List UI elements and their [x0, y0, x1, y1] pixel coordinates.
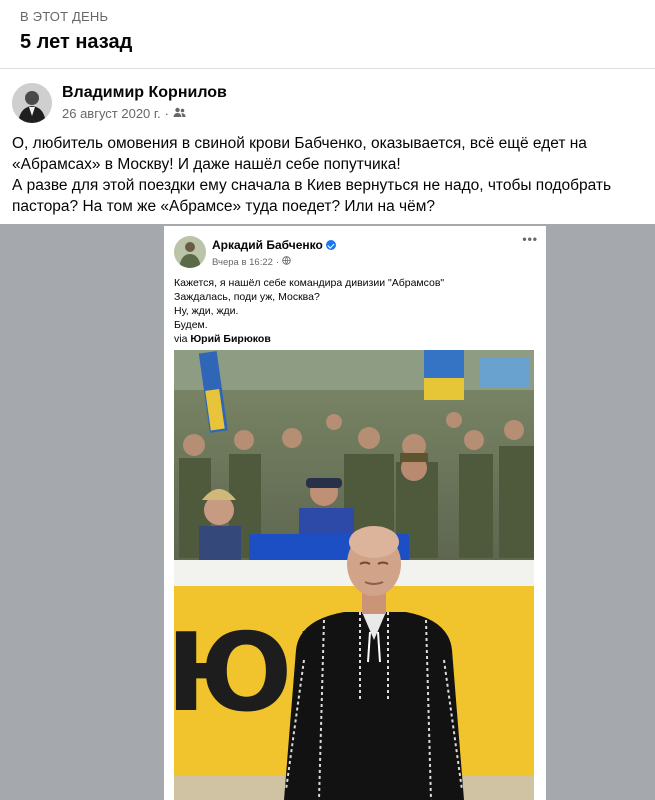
- shared-line: Заждалась, поди уж, Москва?: [174, 291, 320, 303]
- shared-author-name: Аркадий Бабченко: [212, 238, 323, 252]
- post-meta: 26 август 2020 г. ·: [62, 106, 186, 121]
- post-paragraph: О, любитель омовения в свиной крови Бабч…: [12, 135, 587, 173]
- verified-badge-icon: [325, 240, 336, 250]
- via-prefix: via: [174, 333, 191, 345]
- shared-photo: ЮЕ: [174, 350, 534, 800]
- via-name: Юрий Бирюков: [190, 333, 271, 345]
- shared-line: Будем.: [174, 319, 208, 331]
- shared-post-screenshot[interactable]: Аркадий Бабченко Вчера в 16:22 · ••• Каж…: [164, 226, 546, 800]
- memories-header: В ЭТОТ ДЕНЬ 5 лет назад: [0, 0, 655, 69]
- meta-separator: ·: [164, 106, 170, 121]
- shared-line: Ну, жди, жди.: [174, 305, 239, 317]
- shared-time: Вчера в 16:22: [212, 256, 273, 268]
- shared-text: Кажется, я нашёл себе командира дивизии …: [174, 276, 534, 346]
- post-paragraph: А разве для этой поездки ему сначала в К…: [12, 177, 612, 215]
- shared-author: Аркадий Бабченко: [212, 238, 336, 252]
- shared-via-line: via Юрий Бирюков: [174, 332, 534, 346]
- author-name[interactable]: Владимир Корнилов: [62, 84, 227, 102]
- post-text: О, любитель омовения в свиной крови Бабч…: [12, 133, 642, 217]
- author-avatar[interactable]: [12, 83, 52, 123]
- globe-icon: [282, 256, 291, 268]
- memories-eyebrow: В ЭТОТ ДЕНЬ: [20, 9, 109, 24]
- shared-author-avatar: [174, 236, 206, 268]
- post-date[interactable]: 26 август 2020 г.: [62, 106, 161, 121]
- shared-line: Кажется, я нашёл себе командира дивизии …: [174, 277, 445, 289]
- memories-title: 5 лет назад: [20, 31, 133, 53]
- friends-icon[interactable]: [173, 106, 186, 121]
- more-options-icon: •••: [522, 232, 538, 246]
- shared-meta: Вчера в 16:22 ·: [212, 256, 291, 268]
- shared-meta-separator: ·: [275, 256, 280, 268]
